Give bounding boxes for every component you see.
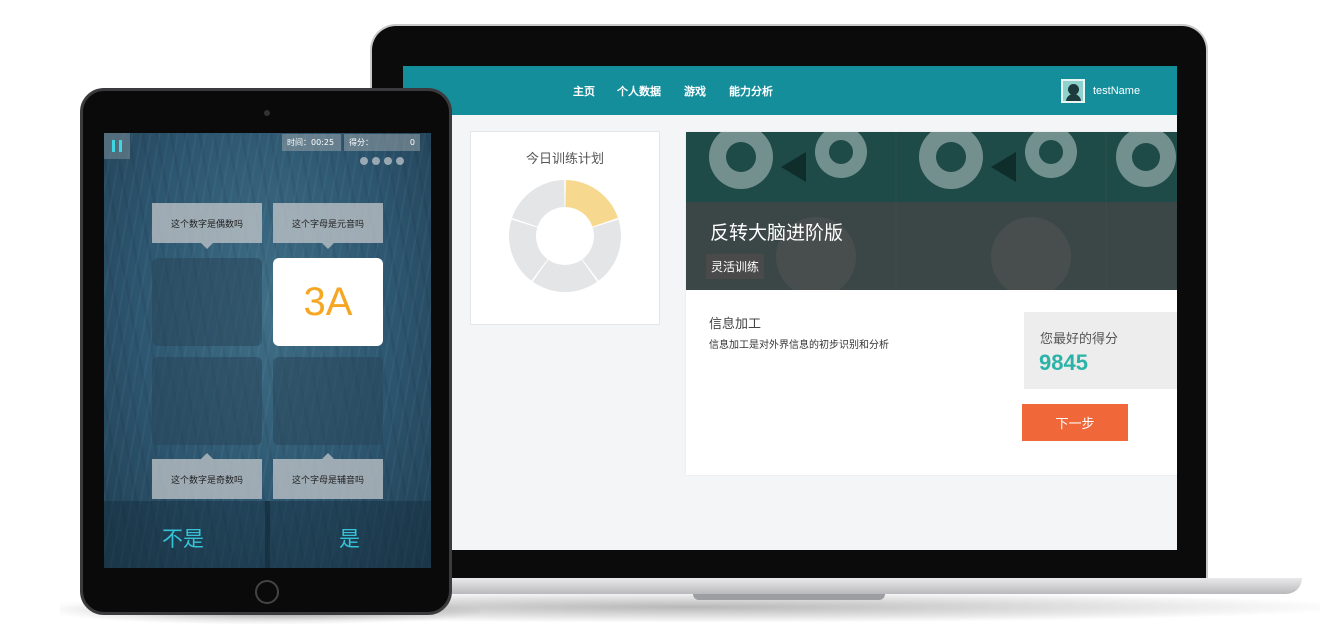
- top-navigation: 主页 个人数据 游戏 能力分析 testName: [403, 66, 1177, 115]
- user-menu[interactable]: testName: [1061, 78, 1140, 104]
- score-label: 得分：: [349, 138, 373, 147]
- nav-item-home[interactable]: 主页: [573, 83, 595, 99]
- progress-dot: [396, 157, 404, 165]
- nav-item-personal-data[interactable]: 个人数据: [617, 83, 661, 99]
- progress-dot: [384, 157, 392, 165]
- home-button[interactable]: [255, 580, 279, 604]
- user-avatar-icon: [1061, 79, 1085, 103]
- game-title: 反转大脑进阶版: [710, 222, 844, 244]
- score-value: 0: [409, 138, 415, 147]
- tablet-game-screen: 时间：00:25 得分： 0 这个数字是偶数吗 这个字母是元音吗 3A 这个数字…: [104, 133, 431, 568]
- timer: 时间：00:25: [282, 134, 341, 151]
- card-slot-bottom-right[interactable]: [273, 357, 383, 445]
- game-banner-image: 反转大脑进阶版 灵活训练: [686, 132, 1177, 290]
- pause-icon[interactable]: [104, 133, 130, 159]
- laptop-base: [358, 578, 1302, 594]
- skill-title: 信息加工: [709, 317, 762, 332]
- game-card: 反转大脑进阶版 灵活训练 信息加工 信息加工是对外界信息的初步识别和分析 您最好…: [686, 132, 1177, 475]
- answer-divider: [265, 501, 270, 568]
- question-bottom-right: 这个字母是辅音吗: [273, 453, 383, 499]
- next-step-button[interactable]: 下一步: [1022, 404, 1128, 441]
- answer-no-button[interactable]: 不是: [162, 523, 204, 553]
- answer-yes-button[interactable]: 是: [339, 523, 360, 553]
- skill-description: 信息加工是对外界信息的初步识别和分析: [709, 340, 889, 351]
- best-score-panel: 您最好的得分 9845: [1024, 312, 1177, 389]
- best-score-value: 9845: [1039, 350, 1088, 375]
- nav-item-games[interactable]: 游戏: [684, 83, 706, 99]
- question-top-left: 这个数字是偶数吗: [152, 203, 262, 249]
- training-plan-donut-chart: [509, 180, 621, 292]
- card-slot-top-left[interactable]: [152, 258, 262, 346]
- progress-dot: [372, 157, 380, 165]
- laptop-screen: 主页 个人数据 游戏 能力分析 testName 今日训练计划 反转大脑进阶版 …: [403, 66, 1177, 550]
- card-slot-top-right[interactable]: 3A: [273, 258, 383, 346]
- best-score-label: 您最好的得分: [1040, 332, 1119, 347]
- laptop-notch: [693, 594, 885, 600]
- training-plan-title: 今日训练计划: [525, 152, 604, 167]
- camera-icon: [264, 110, 270, 116]
- training-plan-card: 今日训练计划: [470, 131, 660, 325]
- question-top-right: 这个字母是元音吗: [273, 203, 383, 249]
- timer-text: 时间：00:25: [287, 138, 335, 147]
- donut-segment-5: [512, 180, 565, 227]
- progress-dots: [360, 157, 404, 165]
- device-mockup-scene: 主页 个人数据 游戏 能力分析 testName 今日训练计划 反转大脑进阶版 …: [0, 0, 1334, 640]
- stimulus-card-text: 3A: [303, 279, 353, 324]
- progress-dot: [360, 157, 368, 165]
- question-bottom-left: 这个数字是奇数吗: [152, 453, 262, 499]
- score: 得分： 0: [344, 134, 420, 151]
- nav-item-ability-analysis[interactable]: 能力分析: [729, 83, 773, 99]
- game-category-tag: 灵活训练: [706, 254, 765, 279]
- card-slot-bottom-left[interactable]: [152, 357, 262, 445]
- donut-segment-1: [565, 180, 618, 227]
- username: testName: [1093, 85, 1141, 97]
